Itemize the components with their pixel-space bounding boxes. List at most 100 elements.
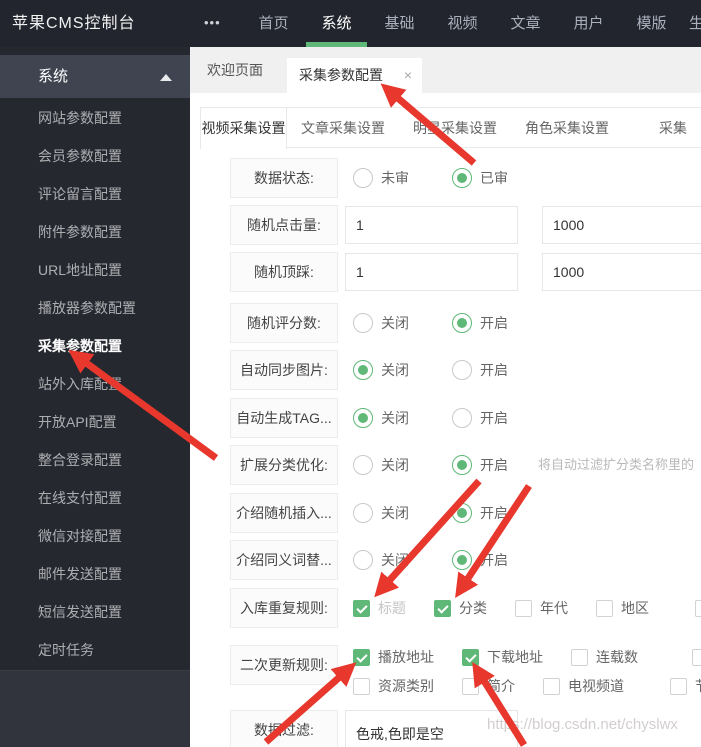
checkbox-icon[interactable] [353, 648, 370, 666]
checkbox-episode[interactable]: 节 [670, 676, 701, 696]
checkbox-icon[interactable] [462, 677, 479, 695]
radio-icon[interactable] [353, 455, 373, 475]
checkbox-title[interactable]: 标题 [353, 598, 406, 618]
sidebar-item-email-config[interactable]: 邮件发送配置 [0, 555, 190, 593]
radio-option-audited[interactable]: 已审 [452, 168, 508, 188]
radio-icon[interactable] [353, 550, 373, 570]
radio-option-on[interactable]: 开启 [452, 360, 508, 380]
radio-option-on[interactable]: 开启 [452, 408, 508, 428]
window-tab-strip: 欢迎页面 采集参数配置 × [190, 47, 701, 93]
random-updown-min-input[interactable] [345, 253, 518, 291]
checkbox-icon[interactable] [692, 648, 701, 666]
checkbox-icon[interactable] [543, 677, 560, 695]
radio-option-off[interactable]: 关闭 [353, 503, 409, 523]
brand-title: 苹果CMS控制台 [12, 15, 136, 32]
radio-option-on[interactable]: 开启 [452, 550, 508, 570]
sidebar-section-system[interactable]: 系统 [0, 55, 190, 98]
radio-option-off[interactable]: 关闭 [353, 313, 409, 333]
nav-item-video[interactable]: 视频 [431, 0, 494, 47]
checkbox-resource-type[interactable]: 资源类别 [353, 676, 434, 696]
sidebar-item-open-api[interactable]: 开放API配置 [0, 403, 190, 441]
sidebar-item-wechat-config[interactable]: 微信对接配置 [0, 517, 190, 555]
nav-item-user[interactable]: 用户 [557, 0, 620, 47]
sidebar-item-site-params[interactable]: 网站参数配置 [0, 99, 190, 137]
radio-option-unaudited[interactable]: 未审 [353, 168, 409, 188]
radio-icon[interactable] [452, 313, 472, 333]
radio-icon[interactable] [452, 503, 472, 523]
subtab-role-collect[interactable]: 角色采集设置 [511, 108, 623, 148]
form-row-random-score: 随机评分数: 关闭 开启 [190, 303, 701, 343]
radio-icon[interactable] [353, 503, 373, 523]
radio-icon[interactable] [452, 550, 472, 570]
radio-option-on[interactable]: 开启 [452, 313, 508, 333]
radio-icon[interactable] [353, 313, 373, 333]
more-menu-icon[interactable]: ••• [204, 0, 221, 45]
sidebar-item-scheduled-tasks[interactable]: 定时任务 [0, 631, 190, 669]
sidebar-item-offsite-storage[interactable]: 站外入库配置 [0, 365, 190, 403]
sidebar-item-attachment-config[interactable]: 附件参数配置 [0, 213, 190, 251]
checkbox-year[interactable]: 年代 [515, 598, 568, 618]
form-row-data-filter: 数据过滤: [190, 710, 701, 747]
checkbox-icon[interactable] [353, 677, 370, 695]
checkbox-clipped[interactable] [692, 648, 701, 666]
checkbox-category[interactable]: 分类 [434, 598, 487, 618]
close-icon[interactable]: × [404, 58, 412, 93]
radio-icon[interactable] [452, 360, 472, 380]
field-label: 入库重复规则: [230, 588, 338, 628]
radio-option-on[interactable]: 开启 [452, 455, 508, 475]
nav-item-template[interactable]: 模版 [620, 0, 683, 47]
sidebar-item-url-config[interactable]: URL地址配置 [0, 251, 190, 289]
subtab-star-collect[interactable]: 明星采集设置 [399, 108, 511, 148]
radio-option-off[interactable]: 关闭 [353, 360, 409, 380]
sidebar-item-online-payment[interactable]: 在线支付配置 [0, 479, 190, 517]
random-updown-max-input[interactable] [542, 253, 701, 291]
sidebar-item-player-params[interactable]: 播放器参数配置 [0, 289, 190, 327]
radio-option-off[interactable]: 关闭 [353, 455, 409, 475]
radio-icon[interactable] [452, 455, 472, 475]
sidebar-item-collect-params[interactable]: 采集参数配置 [0, 327, 190, 365]
tab-welcome[interactable]: 欢迎页面 [190, 47, 280, 93]
checkbox-play-url[interactable]: 播放地址 [353, 647, 434, 667]
checkbox-brief[interactable]: 简介 [462, 676, 515, 696]
radio-icon[interactable] [353, 360, 373, 380]
settings-subtabs: 视频采集设置 文章采集设置 明星采集设置 角色采集设置 采集 [200, 107, 701, 149]
random-clicks-max-input[interactable] [542, 206, 701, 244]
nav-item-home[interactable]: 首页 [242, 0, 305, 47]
subtab-collect-more[interactable]: 采集 [623, 108, 701, 148]
random-clicks-min-input[interactable] [345, 206, 518, 244]
checkbox-icon[interactable] [695, 599, 701, 617]
radio-option-on[interactable]: 开启 [452, 503, 508, 523]
radio-icon[interactable] [452, 168, 472, 188]
nav-item-system[interactable]: 系统 [305, 0, 368, 47]
checkbox-icon[interactable] [670, 677, 687, 695]
checkbox-region[interactable]: 地区 [596, 598, 649, 618]
radio-icon[interactable] [452, 408, 472, 428]
checkbox-icon[interactable] [596, 599, 613, 617]
subtab-video-collect[interactable]: 视频采集设置 [200, 108, 287, 149]
radio-option-off[interactable]: 关闭 [353, 408, 409, 428]
sidebar: 系统 网站参数配置 会员参数配置 评论留言配置 附件参数配置 URL地址配置 播… [0, 47, 190, 747]
sidebar-item-comment-config[interactable]: 评论留言配置 [0, 175, 190, 213]
checkbox-icon[interactable] [571, 648, 588, 666]
nav-item-article[interactable]: 文章 [494, 0, 557, 47]
checkbox-download-url[interactable]: 下载地址 [462, 647, 543, 667]
radio-option-off[interactable]: 关闭 [353, 550, 409, 570]
checkbox-icon[interactable] [353, 599, 370, 617]
checkbox-icon[interactable] [434, 599, 451, 617]
checkbox-icon[interactable] [515, 599, 532, 617]
field-label: 介绍随机插入... [230, 493, 338, 533]
radio-icon[interactable] [353, 168, 373, 188]
sidebar-item-integrated-login[interactable]: 整合登录配置 [0, 441, 190, 479]
nav-item-basic[interactable]: 基础 [368, 0, 431, 47]
tab-collect-params[interactable]: 采集参数配置 × [287, 58, 422, 93]
nav-item-generate[interactable]: 生 [683, 0, 701, 47]
checkbox-icon[interactable] [462, 648, 479, 666]
checkbox-serial-count[interactable]: 连载数 [571, 647, 638, 667]
sidebar-item-sms-config[interactable]: 短信发送配置 [0, 593, 190, 631]
checkbox-clipped[interactable] [695, 599, 701, 617]
data-filter-input[interactable] [345, 710, 518, 747]
subtab-article-collect[interactable]: 文章采集设置 [287, 108, 399, 148]
checkbox-tv-channel[interactable]: 电视频道 [543, 676, 624, 696]
radio-icon[interactable] [353, 408, 373, 428]
sidebar-item-member-params[interactable]: 会员参数配置 [0, 137, 190, 175]
